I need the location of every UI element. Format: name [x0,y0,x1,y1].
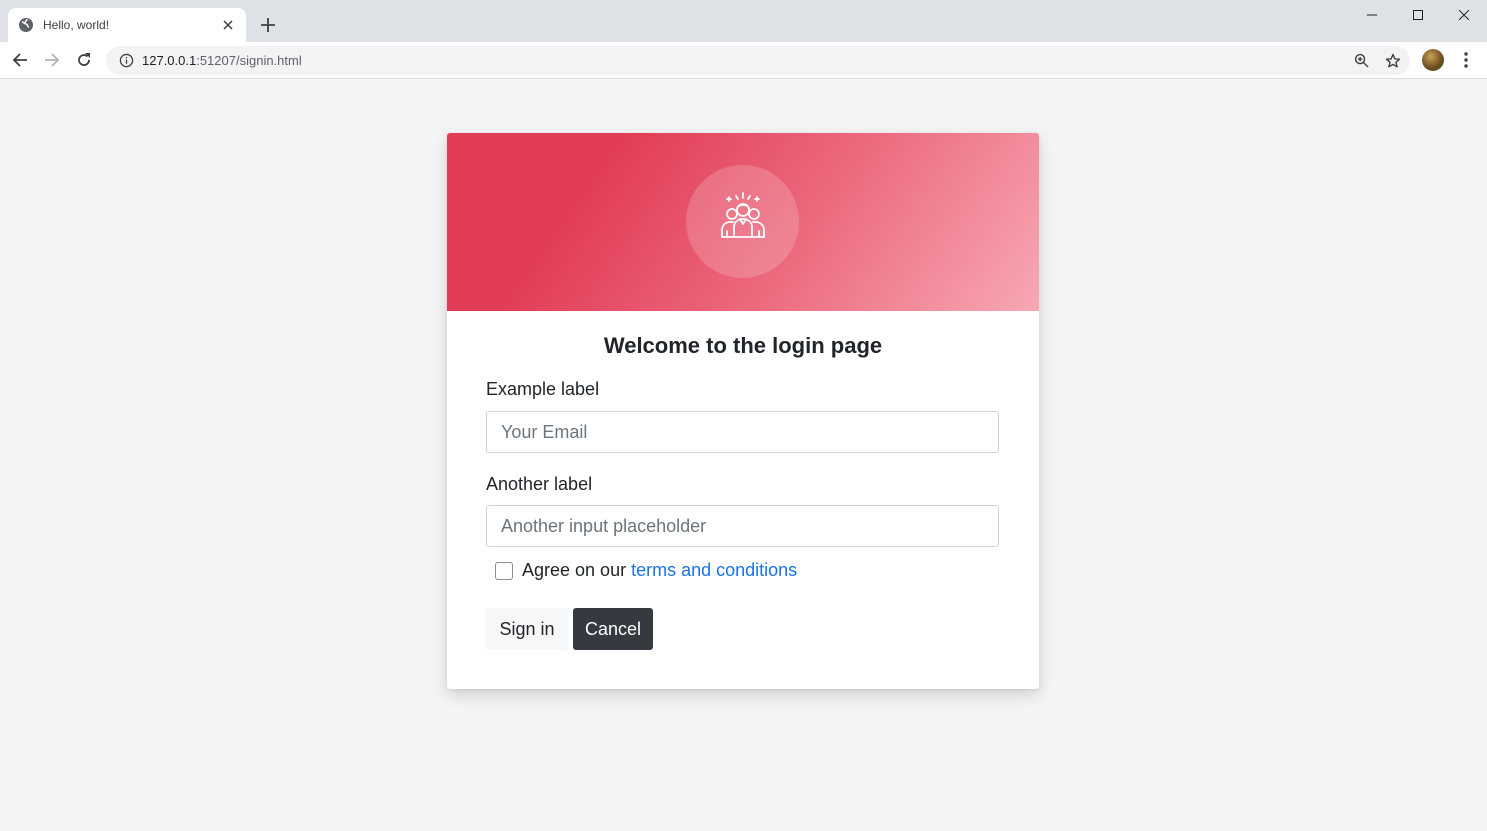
second-input-field[interactable] [486,505,999,547]
agree-row: Agree on our terms and conditions [495,560,797,581]
address-bar[interactable]: 127.0.0.1:51207/signin.html [106,46,1410,75]
minimize-icon[interactable] [1349,0,1395,30]
url-text[interactable]: 127.0.0.1:51207/signin.html [142,53,302,68]
agree-text: Agree on our [522,560,627,580]
arrow-left-icon[interactable] [6,46,34,74]
window-close-icon[interactable] [1441,0,1487,30]
page-title: Welcome to the login page [603,333,883,358]
maximize-icon[interactable] [1395,0,1441,30]
card-header [447,133,1039,311]
header-avatar-circle [686,165,799,278]
globe-icon [18,17,34,33]
browser-toolbar: 127.0.0.1:51207/signin.html [0,42,1487,79]
terms-link[interactable]: terms and conditions [631,560,797,581]
browser-tab[interactable]: Hello, world! [8,8,246,42]
kebab-menu-icon[interactable] [1456,48,1476,72]
email-label: Example label [486,379,600,399]
agree-checkbox[interactable] [495,561,513,580]
arrow-right-icon[interactable] [38,46,66,74]
url-host: 127.0.0.1 [142,53,197,68]
info-icon[interactable] [118,53,134,69]
reload-icon[interactable] [70,46,98,74]
omnibox-actions [1350,46,1404,75]
sign-in-button[interactable]: Sign in [486,608,568,650]
cancel-button[interactable]: Cancel [573,608,653,650]
second-field-label: Another label [486,474,593,494]
team-icon [713,189,773,254]
tab-strip: Hello, world! [0,0,1487,42]
plus-icon[interactable] [256,13,280,37]
email-field[interactable] [486,411,999,453]
profile-avatar[interactable] [1422,49,1444,71]
close-icon[interactable] [220,17,236,33]
window-controls [1349,0,1487,30]
url-path: :51207/signin.html [196,53,302,68]
login-card: Welcome to the login page Example label … [447,133,1039,689]
star-icon[interactable] [1382,50,1404,72]
tab-title: Hello, world! [43,18,110,32]
zoom-icon[interactable] [1350,50,1372,72]
